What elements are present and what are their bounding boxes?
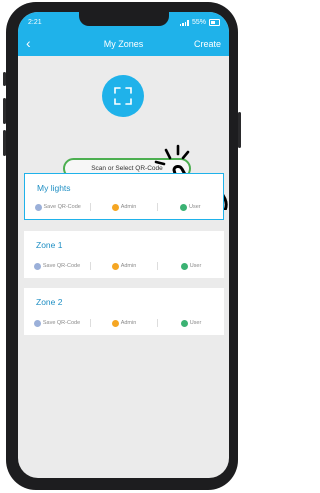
save-qr-icon (33, 319, 41, 327)
user-icon (180, 319, 188, 327)
admin-icon (111, 262, 119, 270)
phone-notch (78, 12, 169, 26)
scan-qr-button[interactable] (102, 75, 144, 117)
zone-name: My lights (37, 183, 71, 193)
status-bar: 2:21 55% (18, 12, 229, 32)
save-qr-label: Save QR-Code (42, 320, 81, 326)
signal-icon (179, 19, 189, 26)
admin-button[interactable]: Admin (91, 262, 157, 270)
save-qr-label: Save QR-Code (43, 204, 81, 210)
admin-label: Admin (120, 263, 137, 269)
battery-icon (209, 19, 220, 26)
save-qr-code-button[interactable]: Save QR-Code (25, 203, 90, 211)
user-icon (180, 203, 187, 211)
phone-side-button (3, 98, 6, 124)
zone-card[interactable]: Zone 2 Save QR-Code Admin User (24, 288, 224, 335)
user-button[interactable]: User (158, 203, 223, 211)
create-button[interactable]: Create (194, 39, 221, 49)
status-time: 2:21 (28, 19, 42, 26)
save-qr-code-button[interactable]: Save QR-Code (24, 319, 90, 327)
qr-scan-icon (114, 87, 132, 105)
admin-button[interactable]: Admin (91, 319, 157, 327)
save-qr-label: Save QR-Code (42, 263, 81, 269)
zone-card[interactable]: My lights Save QR-Code Admin User (24, 173, 224, 220)
phone-side-button (3, 130, 6, 156)
save-qr-icon (33, 262, 41, 270)
admin-label: Admin (120, 320, 137, 326)
battery-percent: 55% (191, 19, 206, 26)
scan-area: Scan or Select QR-Code (18, 56, 229, 210)
user-label: User (189, 204, 201, 210)
user-button[interactable]: User (158, 262, 224, 270)
save-qr-icon (34, 203, 42, 211)
zone-actions: Save QR-Code Admin User (24, 261, 224, 271)
nav-bar: ‹ My Zones Create (18, 32, 229, 56)
app-screen: 2:21 55% ‹ My Zones Create Scan or Selec… (18, 12, 229, 478)
zone-actions: Save QR-Code Admin User (25, 202, 223, 212)
phone-side-button (3, 72, 6, 86)
user-label: User (189, 263, 202, 269)
phone-side-button (238, 112, 241, 148)
zone-name: Zone 2 (36, 297, 63, 307)
user-button[interactable]: User (158, 319, 224, 327)
zone-actions: Save QR-Code Admin User (24, 318, 224, 328)
admin-label: Admin (120, 204, 137, 210)
user-icon (180, 262, 188, 270)
save-qr-code-button[interactable]: Save QR-Code (24, 262, 90, 270)
admin-icon (111, 319, 119, 327)
zone-name: Zone 1 (36, 240, 63, 250)
admin-icon (111, 203, 119, 211)
admin-button[interactable]: Admin (91, 203, 156, 211)
zone-card[interactable]: Zone 1 Save QR-Code Admin User (24, 231, 224, 278)
user-label: User (189, 320, 202, 326)
